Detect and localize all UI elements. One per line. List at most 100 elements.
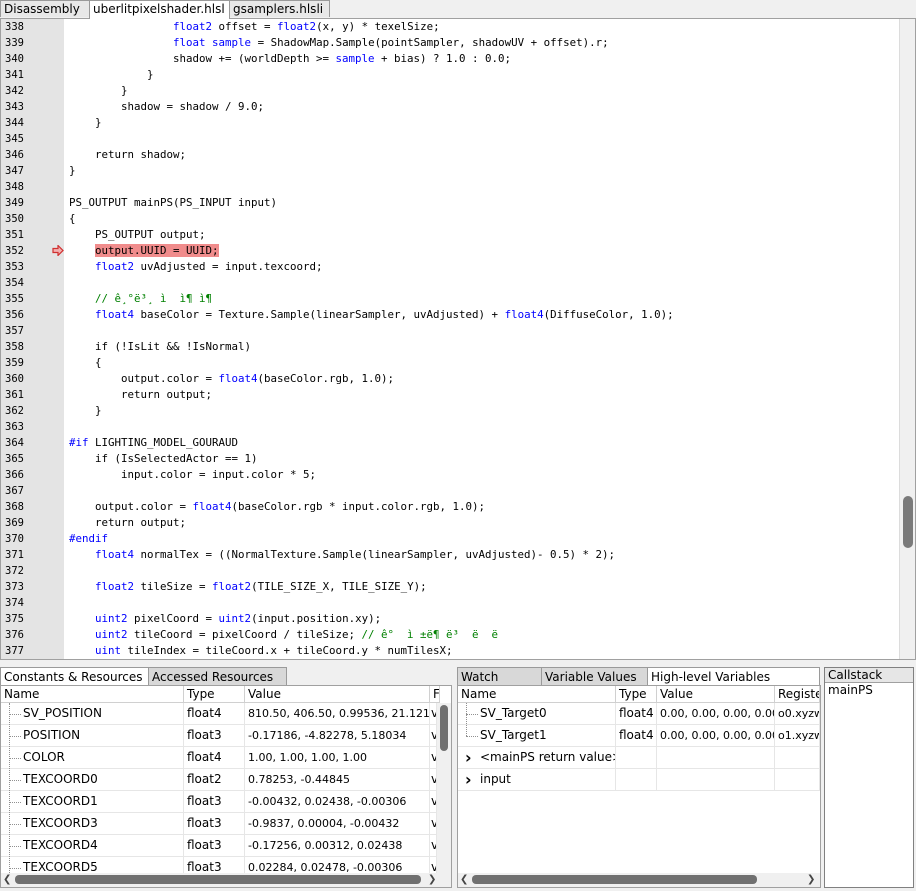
code-line[interactable]: 342 } [1,83,899,99]
tab-watch[interactable]: Watch [457,667,542,686]
code-line[interactable]: 344 } [1,115,899,131]
code-line[interactable]: 345 [1,131,899,147]
line-number: 348 [5,181,24,193]
tab-label: Accessed Resources [152,670,274,684]
code-line[interactable]: 363 [1,419,899,435]
code-line[interactable]: 360 output.color = float4(baseColor.rgb,… [1,371,899,387]
code-line[interactable]: 338 float2 offset = float2(x, y) * texel… [1,19,899,35]
variable-row[interactable]: SV_Target0 float4 0.00, 0.00, 0.00, 0.00 o0… [458,703,820,725]
code-line[interactable]: 346 return shadow; [1,147,899,163]
tab-high-level-variables[interactable]: High-level Variables [647,667,820,686]
code-line[interactable]: 373 float2 tileSize = float2(TILE_SIZE_X… [1,579,899,595]
code-line[interactable]: 352 output.UUID = UUID; [1,243,899,259]
code-text: } [69,84,128,97]
code-line[interactable]: 366 input.color = input.color * 5; [1,467,899,483]
tab-accessed-resources[interactable]: Accessed Resources [148,667,287,686]
table-row[interactable]: POSITION float3 -0.17186, -4.82278, 5.1803… [1,725,437,747]
code-line[interactable]: 348 [1,179,899,195]
tab-constants-resources[interactable]: Constants & Resources [0,667,149,686]
variable-row[interactable]: › <mainPS return value> [458,747,820,769]
code-line[interactable]: 354 [1,275,899,291]
code-line[interactable]: 350 { [1,211,899,227]
code-text: if (!IsLit && !IsNormal) [69,340,252,353]
constants-scroll-thumb[interactable] [440,705,448,751]
cell-value: 0.00, 0.00, 0.00, 0.00 [657,703,775,725]
variables-hscroll-thumb[interactable] [472,875,757,884]
tab-variable-values[interactable]: Variable Values [541,667,648,686]
tab-disassembly[interactable]: Disassembly [0,0,90,17]
code-line[interactable]: 351 PS_OUTPUT output; [1,227,899,243]
code-line[interactable]: 359 { [1,355,899,371]
code-line[interactable]: 370 #endif [1,531,899,547]
variable-row[interactable]: › input [458,769,820,791]
code-line[interactable]: 365 if (IsSelectedActor == 1) [1,451,899,467]
code-line[interactable]: 375 uint2 pixelCoord = uint2(input.posit… [1,611,899,627]
scroll-right-icon[interactable]: ❯ [807,873,815,887]
table-row[interactable]: TEXCOORD1 float3 -0.00432, 0.02438, -0.003… [1,791,437,813]
code-text: uint2 pixelCoord = uint2(input.position.… [95,612,382,625]
column-header-type[interactable]: Type [616,686,657,703]
code-line[interactable]: 356 float4 baseColor = Texture.Sample(li… [1,307,899,323]
code-text: input.color = input.color * 5; [69,468,317,481]
code-line[interactable]: 372 [1,563,899,579]
code-line[interactable]: 357 [1,323,899,339]
table-row[interactable]: COLORfloat41.00, 1.00, 1.00, 1.00v [1,747,437,769]
table-row[interactable]: TEXCOORD0float20.78253, -0.44845v [1,769,437,791]
scroll-right-icon[interactable]: ❯ [428,873,436,887]
code-line[interactable]: 358 if (!IsLit && !IsNormal) [1,339,899,355]
cell-value: -0.17186, -4.82278, 5.18034 [245,725,430,747]
code-text: output.color = float4(baseColor.rgb * in… [69,500,486,513]
code-line[interactable]: 361 return output; [1,387,899,403]
constants-hscroll-thumb[interactable] [15,875,421,884]
constants-vertical-scrollbar[interactable] [437,703,451,875]
code-line[interactable]: 349 PS_OUTPUT mainPS(PS_INPUT input) [1,195,899,211]
code-editor[interactable]: 338 float2 offset = float2(x, y) * texel… [0,18,916,660]
column-header-register[interactable]: Registe [775,686,820,703]
code-line[interactable]: 377 uint tileIndex = tileCoord.x + tileC… [1,643,899,659]
code-line[interactable]: 368 output.color = float4(baseColor.rgb … [1,499,899,515]
code-line[interactable]: 369 return output; [1,515,899,531]
code-line[interactable]: 374 [1,595,899,611]
code-line[interactable]: 343 shadow = shadow / 9.0; [1,99,899,115]
tab-gsamplers[interactable]: gsamplers.hlsli [229,0,330,17]
column-header-format[interactable]: F [430,686,440,703]
tab-label: Variable Values [545,670,637,684]
table-row[interactable]: SV_POSITION float4 810.50, 406.50, 0.99536… [1,703,437,725]
code-line[interactable]: 376 uint2 tileCoord = pixelCoord / tileS… [1,627,899,643]
code-line[interactable]: 371 float4 normalTex = ((NormalTexture.S… [1,547,899,563]
code-line[interactable]: 347} [1,163,899,179]
line-number: 365 [5,453,24,465]
scroll-left-icon[interactable]: ❮ [3,873,11,887]
scroll-left-icon[interactable]: ❮ [460,873,468,887]
column-header-value[interactable]: Value [245,686,430,703]
code-line[interactable]: 362 } [1,403,899,419]
tab-label: Watch [461,670,499,684]
cell-type: float3 [184,813,245,835]
editor-vertical-scrollbar[interactable] [899,19,915,659]
code-line[interactable]: 367 [1,483,899,499]
code-line[interactable]: 339 float sample = ShadowMap.Sample(poin… [1,35,899,51]
code-line[interactable]: 353 float2 uvAdjusted = input.texcoord; [1,259,899,275]
column-header-value[interactable]: Value [657,686,775,703]
code-line[interactable]: 340 shadow += (worldDepth >= sample + bi… [1,51,899,67]
code-line[interactable]: 355 // ê¸°ë³¸ ì ì¶ ì¶ [1,291,899,307]
cell-extra: v [430,791,437,813]
variable-row[interactable]: SV_Target1 float4 0.00, 0.00, 0.00, 0.00 o1… [458,725,820,747]
table-row[interactable]: TEXCOORD3 float3 -0.9837, 0.00004, -0.0043… [1,813,437,835]
code-line[interactable]: 341 } [1,67,899,83]
variables-horizontal-scrollbar[interactable]: ❮ ❯ [458,873,820,887]
table-row[interactable]: TEXCOORD4 float3 -0.17256, 0.00312, 0.0243… [1,835,437,857]
line-number: 369 [5,517,24,529]
line-number: 372 [5,565,24,577]
callstack-item[interactable]: mainPS [828,683,873,697]
line-number: 359 [5,357,24,369]
line-number: 375 [5,613,24,625]
code-line[interactable]: 364 #if LIGHTING_MODEL_GOURAUD [1,435,899,451]
column-header-name[interactable]: Name [458,686,616,703]
column-header-name[interactable]: Name [1,686,184,703]
tab-uberlitpixelshader[interactable]: uberlitpixelshader.hlsl [89,0,230,19]
editor-scroll-thumb[interactable] [903,496,913,548]
constants-horizontal-scrollbar[interactable]: ❮ ❯ [1,873,451,887]
cell-name: TEXCOORD0 [1,769,184,791]
column-header-type[interactable]: Type [184,686,245,703]
